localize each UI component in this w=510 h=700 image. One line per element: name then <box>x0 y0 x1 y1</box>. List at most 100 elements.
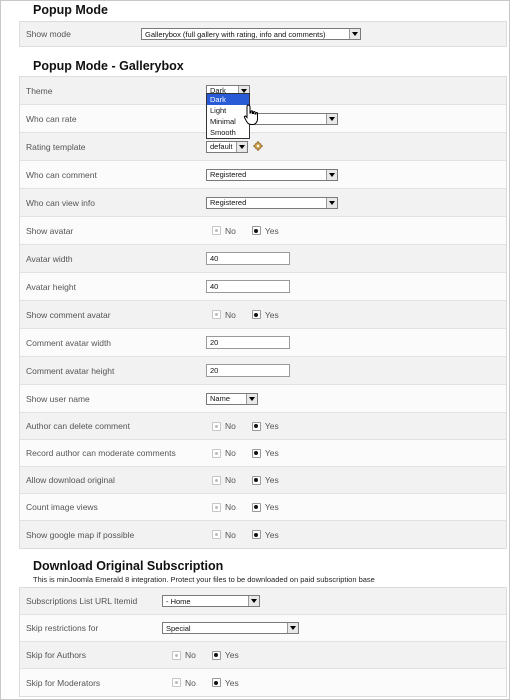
author-can-delete-yes-label: Yes <box>264 421 279 431</box>
comment-avatar-height-label: Comment avatar height <box>26 365 115 376</box>
count-views-yes-radio[interactable] <box>251 502 261 512</box>
row-allow-download: Allow download original No Yes <box>20 467 506 494</box>
count-views-label: Count image views <box>26 502 98 512</box>
skip-authors-no-radio[interactable] <box>172 650 181 660</box>
record-author-moderate-yes-label: Yes <box>264 448 279 458</box>
who-can-comment-select[interactable]: Registered <box>206 168 338 181</box>
show-google-map-label: Show google map if possible <box>26 529 135 540</box>
theme-label: Theme <box>26 85 53 96</box>
record-author-moderate-no-radio[interactable] <box>212 448 221 458</box>
skip-authors-yes-label: Yes <box>224 650 239 660</box>
allow-download-no-radio[interactable] <box>212 475 221 485</box>
show-avatar-yes-label: Yes <box>264 225 279 236</box>
show-comment-avatar-yes-label: Yes <box>264 309 279 320</box>
chevron-down-icon <box>349 29 360 39</box>
show-google-map-no-radio[interactable] <box>212 530 221 539</box>
rating-template-value: default <box>210 142 233 151</box>
section-title-popup-mode: Popup Mode <box>33 3 108 17</box>
row-show-user-name: Show user name Name <box>20 385 506 413</box>
author-can-delete-yes-radio[interactable] <box>251 421 261 431</box>
row-author-can-delete: Author can delete comment No Yes <box>20 413 506 440</box>
comment-avatar-width-input[interactable]: 20 <box>206 336 290 349</box>
show-google-map-yes-radio[interactable] <box>251 530 261 539</box>
avatar-width-label: Avatar width <box>26 253 73 264</box>
count-views-no-label: No <box>225 502 236 512</box>
comment-avatar-width-label: Comment avatar width <box>26 337 112 348</box>
row-who-can-comment: Who can comment Registered <box>20 161 506 189</box>
gear-icon[interactable] <box>253 141 263 151</box>
who-can-view-info-label: Who can view info <box>26 197 95 208</box>
row-show-google-map: Show google map if possible No Yes <box>20 521 506 548</box>
theme-option-smooth[interactable]: Smooth <box>207 127 249 138</box>
chevron-down-icon <box>246 393 257 404</box>
row-avatar-width: Avatar width 40 <box>20 245 506 273</box>
avatar-height-input[interactable]: 40 <box>206 280 290 293</box>
author-can-delete-label: Author can delete comment <box>26 421 130 431</box>
chevron-down-icon <box>236 141 247 152</box>
row-skip-authors: Skip for Authors No Yes <box>20 642 506 669</box>
allow-download-yes-label: Yes <box>264 475 279 485</box>
settings-page: Popup Mode Show mode Gallerybox (full ga… <box>0 0 510 700</box>
row-rating-template: Rating template default <box>20 133 506 161</box>
show-mode-value: Gallerybox (full gallery with rating, in… <box>145 29 326 39</box>
skip-moderators-label: Skip for Moderators <box>26 677 101 688</box>
section-title-gallerybox: Popup Mode - Gallerybox <box>33 59 184 73</box>
chevron-down-icon <box>287 623 298 633</box>
skip-moderators-yes-radio[interactable] <box>211 678 221 687</box>
count-views-yes-label: Yes <box>264 502 279 512</box>
subscriptions-itemid-select[interactable]: - Home <box>162 595 260 607</box>
row-show-mode: Show mode Gallerybox (full gallery with … <box>20 22 506 46</box>
row-who-can-view-info: Who can view info Registered <box>20 189 506 217</box>
row-show-avatar: Show avatar No Yes <box>20 217 506 245</box>
rating-template-label: Rating template <box>26 141 86 152</box>
skip-moderators-no-label: No <box>185 677 196 688</box>
show-avatar-no-radio[interactable] <box>212 226 221 235</box>
show-avatar-label: Show avatar <box>26 225 74 236</box>
who-can-comment-label: Who can comment <box>26 169 97 180</box>
row-theme: Theme Dark <box>20 77 506 105</box>
comment-avatar-height-input[interactable]: 20 <box>206 364 290 377</box>
chevron-down-icon <box>326 169 337 180</box>
avatar-width-input[interactable]: 40 <box>206 252 290 265</box>
record-author-moderate-yes-radio[interactable] <box>251 448 261 458</box>
show-comment-avatar-label: Show comment avatar <box>26 309 111 320</box>
row-who-can-rate: Who can rate <box>20 105 506 133</box>
show-comment-avatar-yes-radio[interactable] <box>251 310 261 319</box>
row-subscriptions-itemid: Subscriptions List URL Itemid - Home <box>20 588 506 615</box>
skip-restrictions-select[interactable]: Special <box>162 622 299 634</box>
allow-download-label: Allow download original <box>26 475 115 485</box>
record-author-moderate-no-label: No <box>225 448 236 458</box>
skip-authors-no-label: No <box>185 650 196 660</box>
show-user-name-select[interactable]: Name <box>206 392 258 405</box>
show-user-name-value: Name <box>210 394 231 403</box>
subscriptions-itemid-label: Subscriptions List URL Itemid <box>26 596 138 606</box>
skip-moderators-yes-label: Yes <box>224 677 239 688</box>
download-note: This is minJoomla Emerald 8 integration.… <box>33 575 375 584</box>
show-avatar-yes-radio[interactable] <box>251 226 261 235</box>
allow-download-yes-radio[interactable] <box>251 475 261 485</box>
show-user-name-label: Show user name <box>26 393 90 404</box>
allow-download-no-label: No <box>225 475 236 485</box>
row-skip-restrictions: Skip restrictions for Special <box>20 615 506 642</box>
show-google-map-yes-label: Yes <box>264 529 279 540</box>
skip-restrictions-label: Skip restrictions for <box>26 623 99 633</box>
author-can-delete-no-label: No <box>225 421 236 431</box>
row-show-comment-avatar: Show comment avatar No Yes <box>20 301 506 329</box>
row-comment-avatar-width: Comment avatar width 20 <box>20 329 506 357</box>
rating-template-select[interactable]: default <box>206 140 248 153</box>
author-can-delete-no-radio[interactable] <box>212 421 221 431</box>
row-skip-moderators: Skip for Moderators No Yes <box>20 669 506 696</box>
chevron-down-icon <box>248 596 259 606</box>
count-views-no-radio[interactable] <box>212 502 221 512</box>
who-can-view-info-select[interactable]: Registered <box>206 196 338 209</box>
skip-authors-yes-radio[interactable] <box>211 650 221 660</box>
show-mode-select[interactable]: Gallerybox (full gallery with rating, in… <box>141 28 361 40</box>
section-title-download: Download Original Subscription <box>33 559 224 573</box>
skip-moderators-no-radio[interactable] <box>172 678 181 687</box>
show-comment-avatar-no-label: No <box>225 309 236 320</box>
skip-restrictions-value: Special <box>166 623 191 633</box>
who-can-view-info-value: Registered <box>210 198 247 207</box>
show-comment-avatar-no-radio[interactable] <box>212 310 221 319</box>
row-avatar-height: Avatar height 40 <box>20 273 506 301</box>
row-comment-avatar-height: Comment avatar height 20 <box>20 357 506 385</box>
